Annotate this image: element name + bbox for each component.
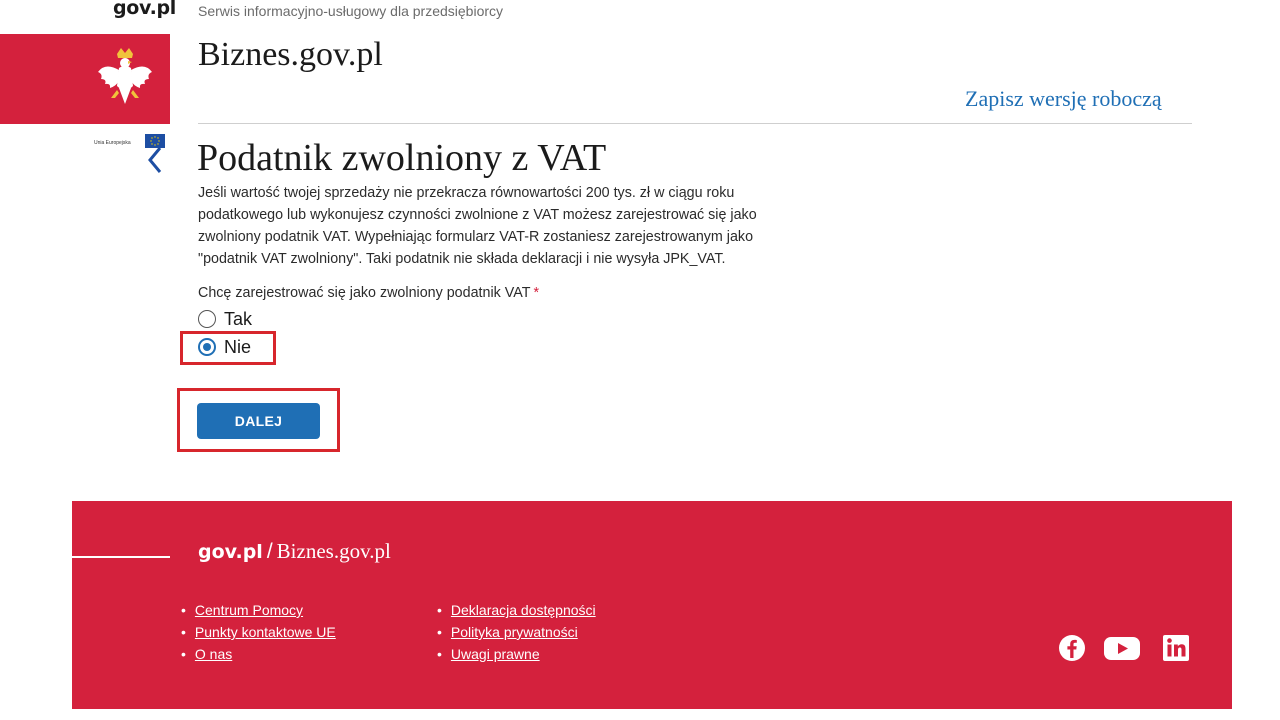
radio-tak[interactable] bbox=[198, 310, 216, 328]
link-privacy-policy[interactable]: Polityka prywatności bbox=[451, 624, 578, 640]
service-description: Serwis informacyjno-usługowy dla przedsi… bbox=[198, 3, 504, 19]
required-marker: * bbox=[533, 285, 540, 301]
facebook-icon[interactable] bbox=[1057, 633, 1087, 663]
link-help-center[interactable]: Centrum Pomocy bbox=[195, 602, 303, 618]
link-accessibility[interactable]: Deklaracja dostępności bbox=[451, 602, 596, 618]
eu-label: Unia Europejska bbox=[94, 140, 131, 146]
footer-brand[interactable]: gov.pl / Biznes.gov.pl bbox=[198, 539, 391, 564]
header-divider bbox=[198, 123, 1192, 124]
white-eagle-emblem-icon bbox=[98, 48, 152, 104]
gov-pl-logo[interactable]: gov.pl bbox=[113, 0, 176, 19]
emblem-banner bbox=[0, 34, 170, 124]
link-about-us[interactable]: O nas bbox=[195, 646, 232, 662]
linkedin-icon[interactable] bbox=[1161, 633, 1191, 663]
save-draft-link[interactable]: Zapisz wersję roboczą bbox=[965, 86, 1162, 112]
footer-link-item: Uwagi prawne bbox=[437, 643, 596, 665]
footer-links-column-1: Centrum Pomocy Punkty kontaktowe UE O na… bbox=[181, 599, 336, 665]
highlight-box-next bbox=[177, 388, 340, 452]
highlight-box-nie bbox=[180, 331, 276, 365]
vat-exempt-question: Chcę zarejestrować się jako zwolniony po… bbox=[198, 285, 539, 301]
footer-link-item: Deklaracja dostępności bbox=[437, 599, 596, 621]
link-legal-notes[interactable]: Uwagi prawne bbox=[451, 646, 540, 662]
back-arrow-icon bbox=[148, 147, 162, 173]
footer-gov-logo[interactable]: gov.pl bbox=[198, 541, 263, 563]
radio-option-tak[interactable]: Tak bbox=[198, 308, 252, 330]
question-label: Chcę zarejestrować się jako zwolniony po… bbox=[198, 285, 531, 301]
page-title: Podatnik zwolniony z VAT bbox=[197, 137, 607, 179]
footer-link-item: Centrum Pomocy bbox=[181, 599, 336, 621]
footer-site-name[interactable]: Biznes.gov.pl bbox=[277, 539, 391, 563]
footer-divider bbox=[72, 556, 170, 558]
link-eu-contact-points[interactable]: Punkty kontaktowe UE bbox=[195, 624, 336, 640]
footer: gov.pl/Biznes.gov.pl Centrum Pomocy Punk… bbox=[72, 501, 1232, 709]
intro-text: Jeśli wartość twojej sprzedaży nie przek… bbox=[198, 185, 757, 267]
footer-link-item: Polityka prywatności bbox=[437, 621, 596, 643]
radio-tak-label[interactable]: Tak bbox=[224, 309, 252, 330]
footer-link-item: O nas bbox=[181, 643, 336, 665]
site-title[interactable]: Biznes.gov.pl bbox=[198, 36, 383, 74]
footer-links-column-2: Deklaracja dostępności Polityka prywatno… bbox=[437, 599, 596, 665]
footer-link-item: Punkty kontaktowe UE bbox=[181, 621, 336, 643]
footer-brand-separator: / bbox=[266, 540, 273, 563]
eu-logo: Unia Europejska bbox=[94, 134, 172, 174]
youtube-icon[interactable] bbox=[1103, 633, 1141, 663]
